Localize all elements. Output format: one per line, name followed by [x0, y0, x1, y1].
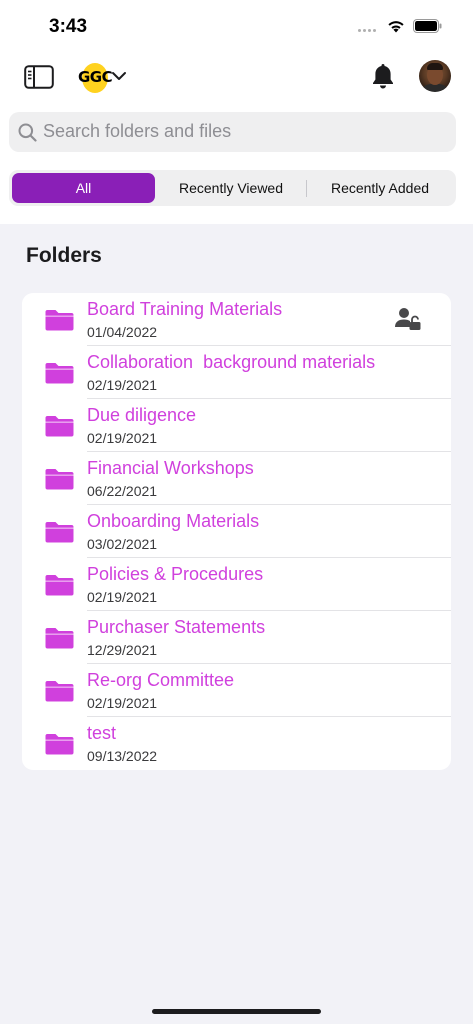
folder-name: Purchaser Statements [87, 617, 266, 637]
section-title: Folders [26, 244, 102, 267]
folder-row[interactable]: Policies & Procedures 02/19/2021 [22, 558, 451, 611]
folder-row[interactable]: test 09/13/2022 [22, 717, 451, 770]
folder-icon [45, 628, 74, 649]
folder-name: Collaboration background materials [87, 352, 376, 372]
folder-icon [45, 310, 74, 331]
filter-segmented-control: All Recently Viewed Recently Added [9, 170, 456, 206]
folder-name: Due diligence [87, 405, 197, 425]
folder-icon [45, 522, 74, 543]
user-lock-icon[interactable] [394, 307, 422, 331]
folder-date: 09/13/2022 [87, 748, 158, 764]
wifi-icon [388, 21, 404, 33]
folder-date: 06/22/2021 [87, 483, 158, 499]
folder-date: 12/29/2021 [87, 642, 158, 658]
org-logo: GGC [78, 61, 113, 93]
folder-icon [45, 734, 74, 755]
org-logo-text: GGC [78, 68, 113, 86]
folder-row[interactable]: Re-org Committee 02/19/2021 [22, 664, 451, 717]
search-placeholder: Search folders and files [43, 121, 232, 141]
folder-date: 02/19/2021 [87, 695, 158, 711]
folder-date: 03/02/2021 [87, 536, 158, 552]
battery-icon [413, 19, 442, 33]
folder-date: 02/19/2021 [87, 589, 158, 605]
folder-name: test [87, 723, 117, 743]
folder-name: Re-org Committee [87, 670, 235, 690]
folder-date: 02/19/2021 [87, 430, 158, 446]
user-avatar[interactable] [419, 60, 451, 92]
cellular-signal-icon [358, 29, 376, 32]
folder-row[interactable]: Due diligence 02/19/2021 [22, 399, 451, 452]
search-icon [18, 123, 37, 142]
folder-date: 02/19/2021 [87, 377, 158, 393]
folder-name: Policies & Procedures [87, 564, 264, 584]
folder-icon [45, 681, 74, 702]
folder-row[interactable]: Purchaser Statements 12/29/2021 [22, 611, 451, 664]
sidebar-toggle-button[interactable] [24, 65, 54, 89]
folder-row[interactable]: Onboarding Materials 03/02/2021 [22, 505, 451, 558]
status-time: 3:43 [49, 16, 88, 37]
folder-icon [45, 469, 74, 490]
folder-name: Onboarding Materials [87, 511, 260, 531]
chevron-down-icon[interactable] [111, 70, 127, 82]
folder-row[interactable]: Board Training Materials 01/04/2022 [22, 293, 451, 346]
folder-row[interactable]: Financial Workshops 06/22/2021 [22, 452, 451, 505]
tab-recently-added[interactable]: Recently Added [307, 173, 453, 203]
folder-date: 01/04/2022 [87, 324, 158, 340]
folder-name: Board Training Materials [87, 299, 283, 319]
folder-row[interactable]: Collaboration background materials 02/19… [22, 346, 451, 399]
folder-icon [45, 416, 74, 437]
home-indicator [152, 1009, 321, 1014]
folder-icon [45, 363, 74, 384]
tab-all[interactable]: All [12, 173, 155, 203]
folder-list: Board Training Materials 01/04/2022 Coll… [22, 293, 451, 770]
folder-icon [45, 575, 74, 596]
notifications-bell-icon[interactable] [370, 62, 396, 90]
tab-recently-viewed[interactable]: Recently Viewed [157, 173, 305, 203]
folder-name: Financial Workshops [87, 458, 254, 478]
